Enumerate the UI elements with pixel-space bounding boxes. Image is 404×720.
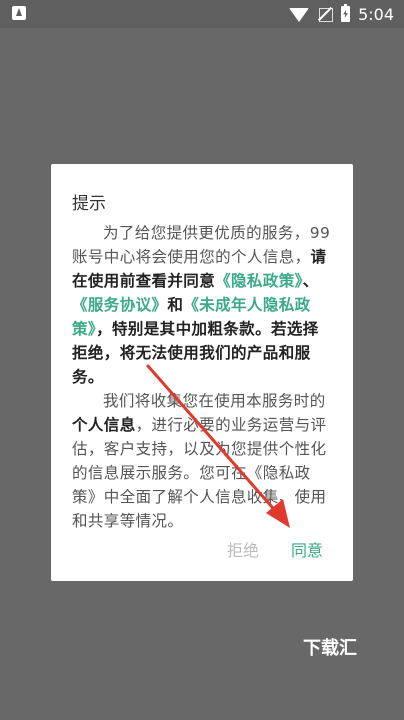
battery-charging-icon bbox=[341, 4, 351, 22]
p2-text-1: 我们将收集您在使用本服务时的 bbox=[103, 392, 326, 410]
dialog-body: 为了给您提供更优质的服务，99账号中心将会使用您的个人信息，请在使用前查看并同意… bbox=[72, 221, 334, 533]
p2-bold: 个人信息 bbox=[72, 416, 136, 434]
dialog-actions: 拒绝 同意 bbox=[227, 537, 323, 561]
watermark: 下载汇 bbox=[303, 638, 357, 659]
no-signal-icon bbox=[317, 6, 334, 22]
privacy-dialog: 提示 为了给您提供更优质的服务，99账号中心将会使用您的个人信息，请在使用前查看… bbox=[51, 164, 353, 581]
privacy-policy-link[interactable]: 《隐私政策》 bbox=[215, 272, 303, 290]
p1-separator: 、 bbox=[302, 272, 319, 290]
wifi-icon bbox=[289, 8, 310, 22]
p1-bold-2: ，特别是其中加粗条款。若选择拒绝，将无法使用我们的产品和服务。 bbox=[72, 320, 319, 386]
dialog-title: 提示 bbox=[72, 194, 106, 214]
p1-text: 为了给您提供更优质的服务，99账号中心将会使用您的个人信息， bbox=[72, 224, 331, 266]
status-time: 5:04 bbox=[358, 4, 394, 24]
dialog-paragraph-2: 我们将收集您在使用本服务时的个人信息，进行必要的业务运营与评估，客户支持，以及为… bbox=[72, 389, 334, 533]
agree-button[interactable]: 同意 bbox=[291, 537, 323, 561]
dialog-paragraph-1: 为了给您提供更优质的服务，99账号中心将会使用您的个人信息，请在使用前查看并同意… bbox=[72, 221, 334, 389]
status-icons: 5:04 bbox=[289, 4, 394, 24]
app-notification-icon bbox=[12, 6, 26, 20]
status-bar: 5:04 bbox=[0, 0, 404, 28]
p1-and: 和 bbox=[167, 296, 184, 314]
service-agreement-link[interactable]: 《服务协议》 bbox=[72, 296, 167, 314]
decline-button[interactable]: 拒绝 bbox=[227, 537, 259, 561]
